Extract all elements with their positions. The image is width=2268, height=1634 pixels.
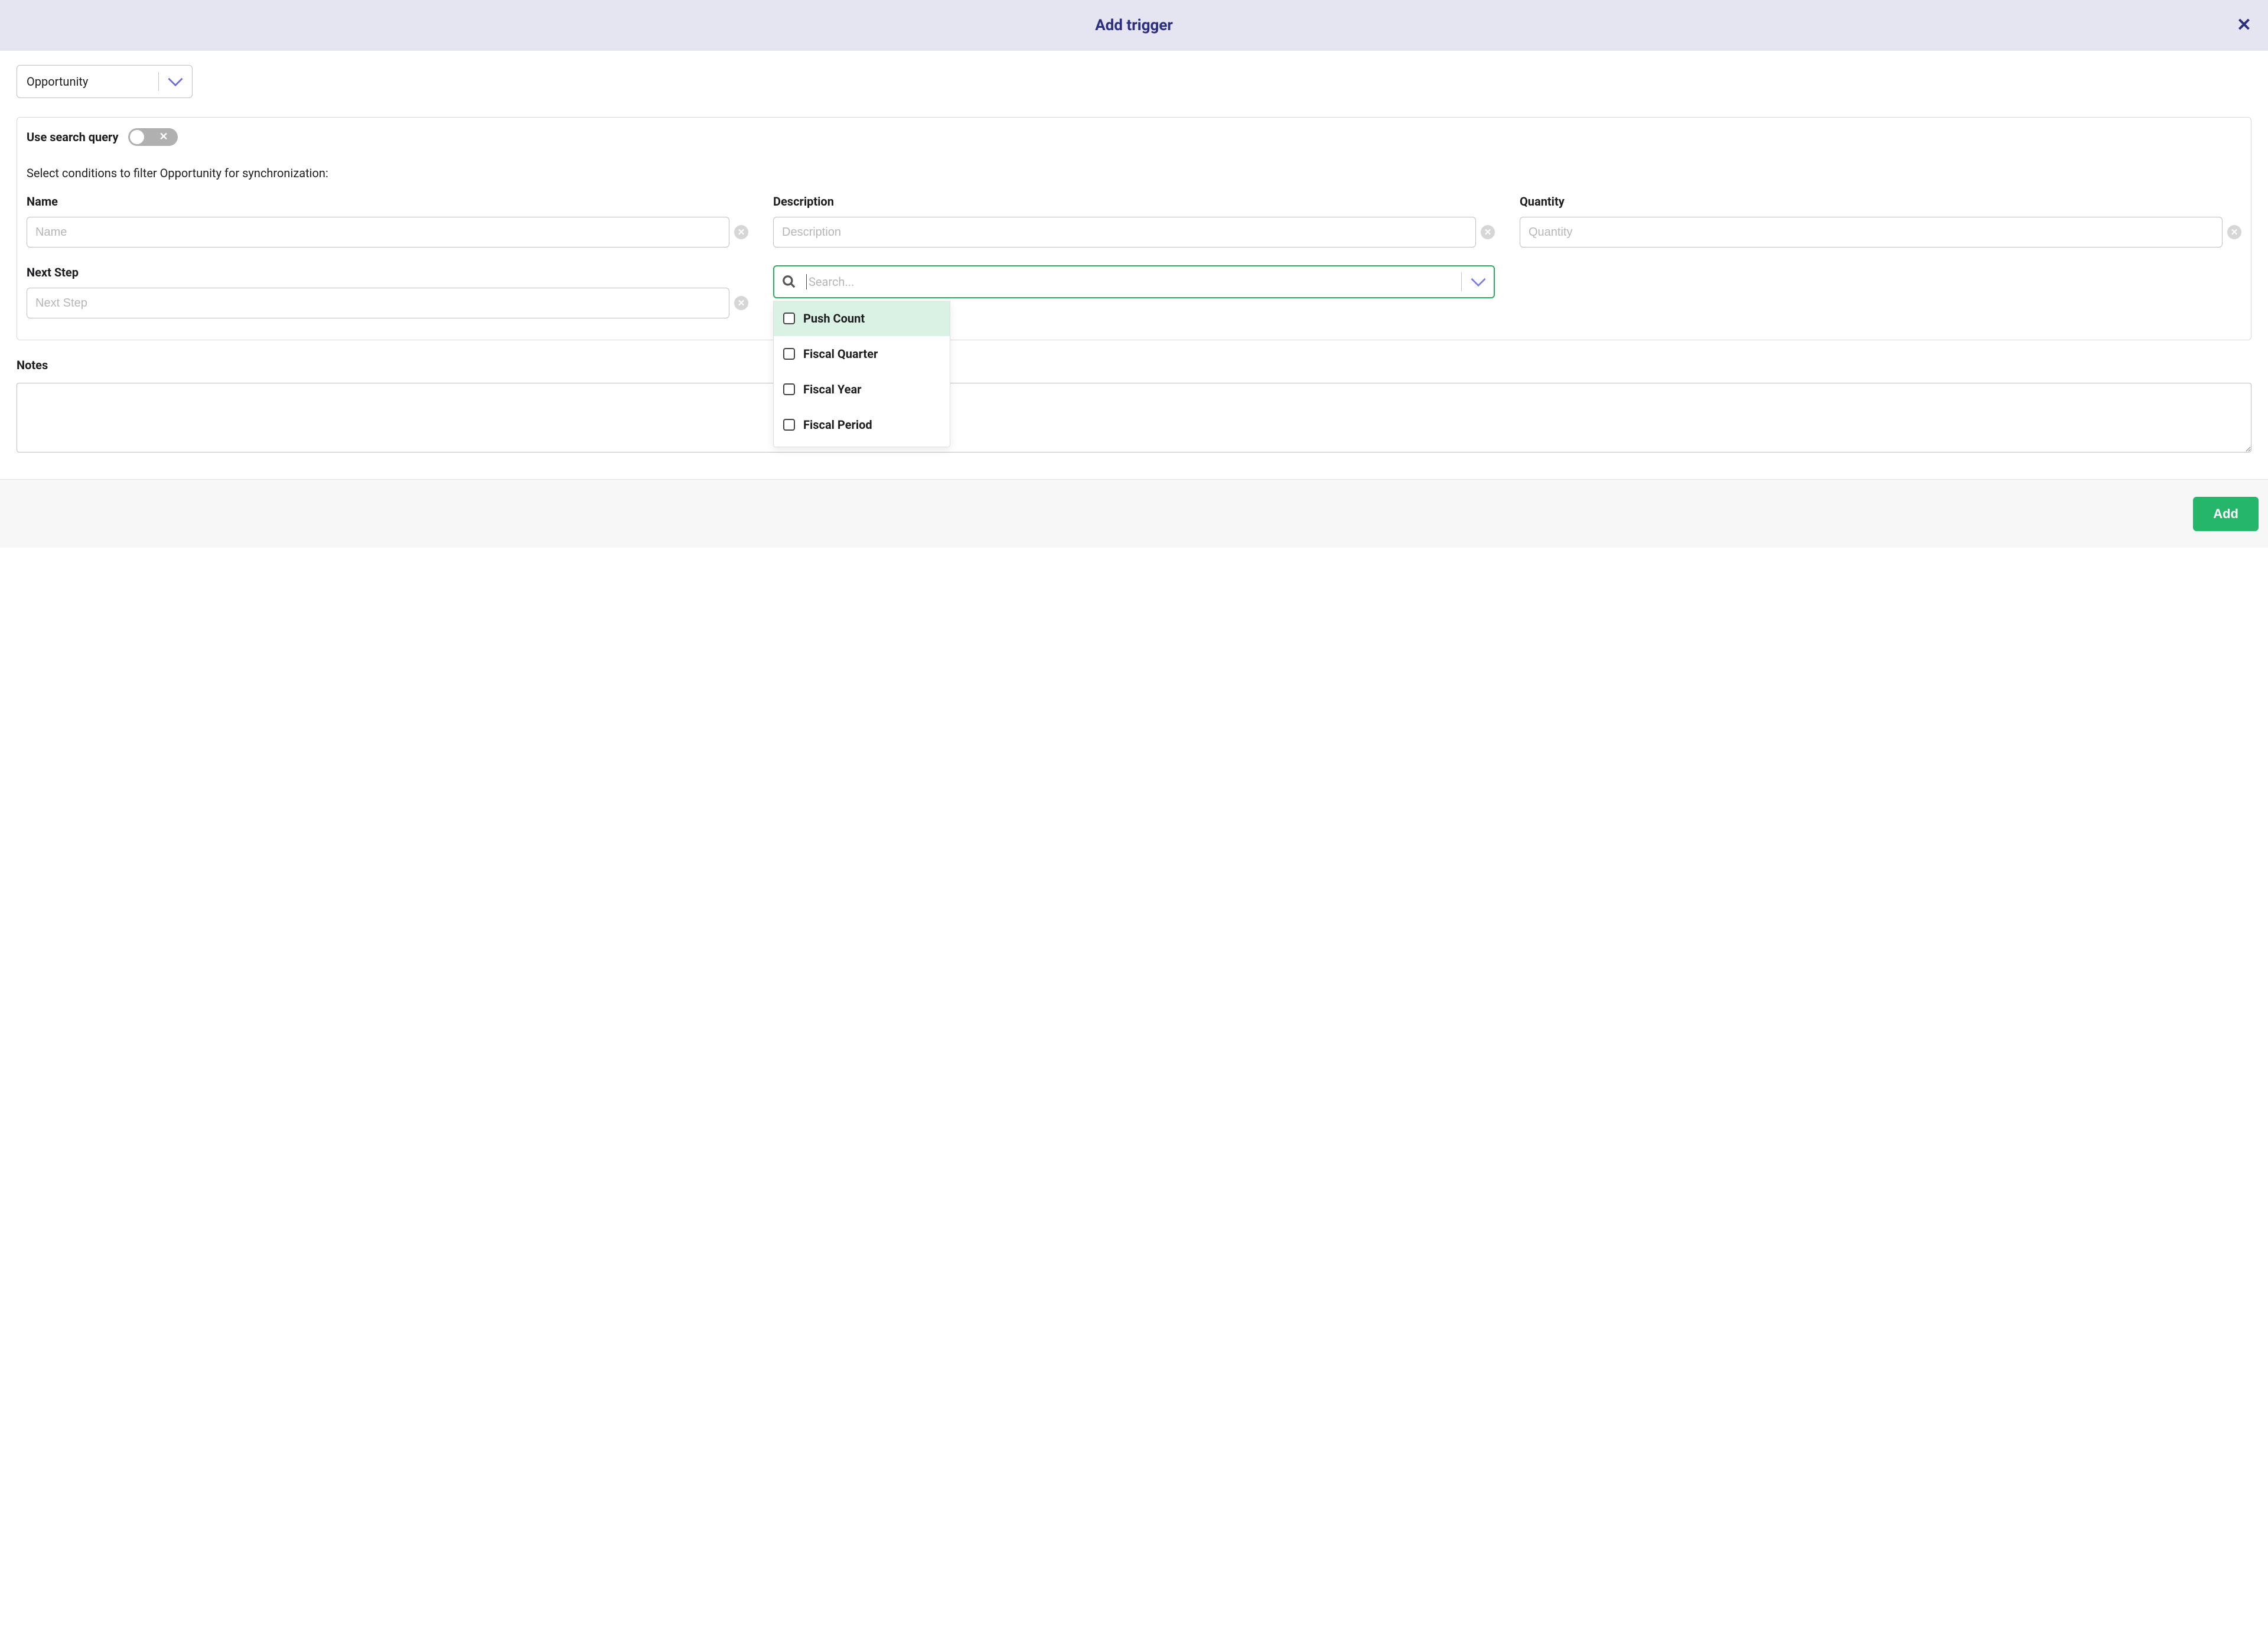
text-cursor	[806, 274, 807, 289]
search-query-toggle[interactable]: ✕	[128, 128, 178, 146]
checkbox-icon	[783, 348, 795, 360]
fields-grid: Name ✕ Description ✕ Quantity	[27, 194, 2241, 318]
clear-quantity-icon[interactable]: ✕	[2227, 225, 2241, 239]
search-query-label: Use search query	[27, 130, 119, 144]
description-input[interactable]	[773, 217, 1476, 248]
condition-dropdown: Push Count Fiscal Quarter Fiscal Year	[773, 301, 950, 447]
checkbox-icon	[783, 383, 795, 395]
option-fiscal-year[interactable]: Fiscal Year	[774, 372, 950, 407]
search-icon	[781, 274, 797, 289]
field-name: Name ✕	[27, 194, 748, 248]
instruction-text: Select conditions to filter Opportunity …	[27, 166, 2241, 180]
clear-next-step-icon[interactable]: ✕	[734, 296, 748, 310]
checkbox-icon	[783, 313, 795, 324]
modal-body: Opportunity Use search query ✕ Select co…	[0, 51, 2268, 479]
close-button[interactable]: ✕	[2237, 17, 2251, 34]
conditions-panel: Use search query ✕ Select conditions to …	[17, 117, 2251, 340]
chevron-down-icon	[1463, 276, 1494, 287]
toggle-knob	[130, 130, 144, 144]
modal-footer: Add	[0, 479, 2268, 548]
field-quantity: Quantity ✕	[1520, 194, 2241, 248]
next-step-input[interactable]	[27, 288, 729, 318]
modal-title: Add trigger	[1095, 17, 1173, 34]
option-fiscal-quarter[interactable]: Fiscal Quarter	[774, 336, 950, 372]
notes-label: Notes	[17, 358, 2251, 372]
field-add-condition: Search... Push Count Fiscal	[773, 265, 1495, 318]
name-input[interactable]	[27, 217, 729, 248]
modal-header: Add trigger ✕	[0, 0, 2268, 51]
notes-textarea[interactable]	[17, 383, 2251, 453]
entity-select-value: Opportunity	[17, 74, 158, 89]
option-label: Push Count	[803, 311, 865, 326]
clear-name-icon[interactable]: ✕	[734, 225, 748, 239]
field-name-label: Name	[27, 194, 748, 209]
chevron-down-icon	[159, 76, 192, 87]
field-quantity-label: Quantity	[1520, 194, 2241, 209]
notes-section: Notes	[17, 358, 2251, 455]
search-placeholder: Search...	[809, 275, 1460, 289]
field-description: Description ✕	[773, 194, 1495, 248]
add-button[interactable]: Add	[2193, 497, 2259, 531]
body-scroll[interactable]: Opportunity Use search query ✕ Select co…	[0, 51, 2268, 479]
option-fiscal-period[interactable]: Fiscal Period	[774, 407, 950, 442]
field-description-label: Description	[773, 194, 1495, 209]
clear-description-icon[interactable]: ✕	[1481, 225, 1495, 239]
quantity-input[interactable]	[1520, 217, 2223, 248]
option-label: Fiscal Period	[803, 418, 872, 432]
option-push-count[interactable]: Push Count	[774, 301, 950, 336]
add-condition-select[interactable]: Search...	[773, 265, 1495, 298]
search-query-row: Use search query ✕	[27, 128, 2241, 146]
toggle-off-icon: ✕	[159, 132, 168, 142]
option-label: Fiscal Year	[803, 382, 862, 396]
field-next-step-label: Next Step	[27, 265, 748, 279]
close-icon: ✕	[2237, 15, 2251, 35]
checkbox-icon	[783, 419, 795, 431]
dropdown-scroll[interactable]: Push Count Fiscal Quarter Fiscal Year	[774, 301, 950, 447]
entity-select[interactable]: Opportunity	[17, 65, 193, 98]
field-next-step: Next Step ✕	[27, 265, 748, 318]
divider	[1461, 272, 1462, 291]
option-label: Fiscal Quarter	[803, 347, 878, 361]
